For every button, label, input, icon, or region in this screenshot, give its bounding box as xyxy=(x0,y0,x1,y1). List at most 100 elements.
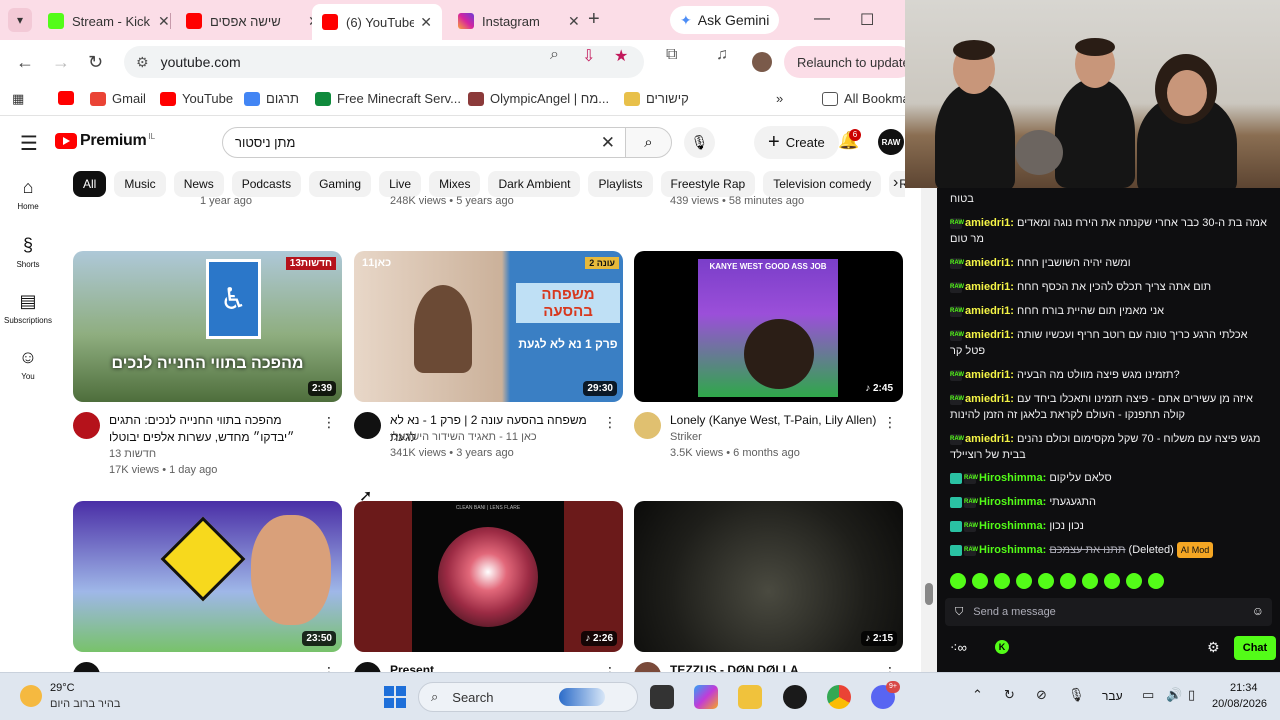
emote-icon[interactable] xyxy=(1148,573,1164,589)
channel-avatar[interactable] xyxy=(634,412,661,439)
tab-youtube-active[interactable]: (6) YouTube ✕ xyxy=(312,4,442,40)
chat-username[interactable]: amiedri1: xyxy=(965,281,1014,293)
channel-avatar[interactable] xyxy=(634,662,661,672)
network-off-icon[interactable]: ⊘ xyxy=(1036,687,1047,703)
new-tab-button[interactable]: + xyxy=(588,8,600,31)
chip-mixes[interactable]: Mixes xyxy=(429,171,481,197)
more-bookmarks-icon[interactable]: » xyxy=(776,91,783,106)
minimize-button[interactable]: — xyxy=(814,10,830,28)
apps-grid-icon[interactable]: ▦ xyxy=(12,91,24,107)
chip-podcasts[interactable]: Podcasts xyxy=(231,171,302,197)
close-icon[interactable]: ✕ xyxy=(158,13,170,30)
emote-icon[interactable] xyxy=(1082,573,1098,589)
emoji-icon[interactable]: ☺ xyxy=(1252,604,1264,618)
channel-name[interactable]: חדשות 13 xyxy=(109,448,156,460)
video-card[interactable]: כאן11 עונה 2 משפחה בהסעה פרק 1 נא לא לגע… xyxy=(354,251,623,482)
chat-username[interactable]: Hiroshimma: xyxy=(979,496,1046,508)
emote-icon[interactable] xyxy=(1126,573,1142,589)
chat-username[interactable]: Hiroshimma: xyxy=(979,520,1046,532)
media-controls-icon[interactable]: ♫ xyxy=(716,46,728,64)
bookmark-youtube[interactable]: YouTube xyxy=(160,91,233,106)
file-explorer-icon[interactable] xyxy=(738,685,762,709)
channel-name[interactable]: Striker xyxy=(670,431,702,443)
battery-icon[interactable]: ▯ xyxy=(1188,687,1195,703)
chevron-right-icon[interactable]: › xyxy=(893,174,898,192)
video-title[interactable]: Lonely (Kanye West, T-Pain, Lily Allen) xyxy=(670,412,890,429)
guide-subscriptions[interactable]: ▤ Subscriptions xyxy=(0,291,56,325)
chat-username[interactable]: amiedri1: xyxy=(965,257,1014,269)
video-thumbnail[interactable]: כאן11 עונה 2 משפחה בהסעה פרק 1 נא לא לגע… xyxy=(354,251,623,402)
copilot-icon[interactable] xyxy=(694,685,718,709)
youtube-premium-logo[interactable]: Premium IL xyxy=(55,132,155,150)
video-thumbnail[interactable]: 23:50 xyxy=(73,501,342,652)
video-card[interactable]: 23:50 ⋮ xyxy=(73,501,342,672)
back-icon[interactable]: ← xyxy=(16,52,34,73)
chat-username[interactable]: Hiroshimma: xyxy=(979,472,1046,484)
install-app-icon[interactable]: ⇩ xyxy=(582,46,595,66)
emote-icon[interactable] xyxy=(994,573,1010,589)
chat-send-button[interactable]: Chat xyxy=(1234,636,1276,660)
taskbar-search[interactable]: ⌕ Search xyxy=(418,682,638,712)
bookmark-translate[interactable]: תרגום xyxy=(244,91,299,106)
chat-username[interactable]: amiedri1: xyxy=(965,393,1014,405)
volume-icon[interactable]: 🔊 xyxy=(1166,687,1182,703)
more-actions-icon[interactable]: ⋮ xyxy=(603,414,617,431)
video-thumbnail[interactable]: CLEAN BANI | LENS FLARE ♪ 2:26 xyxy=(354,501,623,652)
chip-freestyle-rap[interactable]: Freestyle Rap xyxy=(660,171,756,197)
clock-time[interactable]: 21:34 xyxy=(1230,682,1258,694)
weather-temperature[interactable]: 29°C xyxy=(50,682,75,694)
clock-date[interactable]: 20/08/2026 xyxy=(1212,698,1267,710)
menu-icon[interactable]: ☰ xyxy=(20,131,38,156)
kick-logo-icon[interactable]: K xyxy=(995,640,1009,654)
voice-search-button[interactable]: 🎙 xyxy=(684,127,715,158)
chevron-up-icon[interactable]: ⌃ xyxy=(972,687,983,703)
profile-avatar[interactable] xyxy=(752,52,772,72)
clear-icon[interactable]: ✕ xyxy=(601,133,615,153)
all-bookmarks[interactable]: All Bookmarks xyxy=(822,91,905,106)
channel-name[interactable]: כאן 11 - תאגיד השידור הישראלי xyxy=(390,431,537,443)
bookmark-links-folder[interactable]: קישורים xyxy=(624,91,689,106)
chip-playlists[interactable]: Playlists xyxy=(588,171,653,197)
bookmark-gmail[interactable]: Gmail xyxy=(90,91,146,106)
video-title[interactable]: TEZZUS - DØN DØLLA xyxy=(670,662,880,672)
chat-username[interactable]: amiedri1: xyxy=(965,369,1014,381)
search-input[interactable]: מתן ניסטור ✕ xyxy=(222,127,626,158)
video-thumbnail[interactable]: ♪ 2:15 xyxy=(634,501,903,652)
video-card[interactable]: ♪ 2:15 TEZZUS - DØN DØLLA ⋮ xyxy=(634,501,903,672)
monitor-icon[interactable]: ▭ xyxy=(1142,687,1154,703)
video-title[interactable]: Present xyxy=(390,662,600,672)
emote-icon[interactable] xyxy=(1038,573,1054,589)
bookmark-olympicangel[interactable]: OlympicAngel | מח... xyxy=(468,91,609,106)
guide-you[interactable]: ☺ You xyxy=(0,347,56,381)
more-actions-icon[interactable]: ⋮ xyxy=(883,664,897,672)
site-info-icon[interactable]: ⚙ xyxy=(136,54,149,71)
gear-icon[interactable]: ⚙ xyxy=(1207,639,1220,656)
tab-youtube-video[interactable]: שישה אפסים ✕ xyxy=(176,6,330,36)
chip-gaming[interactable]: Gaming xyxy=(309,171,372,197)
emote-icon[interactable] xyxy=(1060,573,1076,589)
chat-username[interactable]: amiedri1: xyxy=(965,305,1014,317)
account-avatar[interactable]: RAW xyxy=(878,129,904,155)
scrollbar-thumb[interactable] xyxy=(925,583,933,605)
guide-home[interactable]: ⌂ Home xyxy=(0,177,56,211)
chip-television-comedy[interactable]: Television comedy xyxy=(763,171,882,197)
maximize-button[interactable]: ☐ xyxy=(860,10,874,30)
emote-icon[interactable] xyxy=(1016,573,1032,589)
more-actions-icon[interactable]: ⋮ xyxy=(322,664,336,672)
weather-description[interactable]: בהיר ברוב היום xyxy=(50,698,120,710)
emote-icon[interactable] xyxy=(1104,573,1120,589)
emote-icon[interactable] xyxy=(950,573,966,589)
start-button[interactable] xyxy=(384,686,406,708)
users-infinity-icon[interactable]: ⁖∞ xyxy=(950,640,967,656)
bookmark-youtube-icon[interactable] xyxy=(58,91,80,105)
chat-username[interactable]: Hiroshimma: xyxy=(979,544,1046,556)
more-actions-icon[interactable]: ⋮ xyxy=(322,414,336,431)
reload-icon[interactable]: ↻ xyxy=(88,52,103,73)
close-icon[interactable]: ✕ xyxy=(568,13,580,30)
video-thumbnail[interactable]: ♿ חדשות13 מהפכה בתווי החנייה לנכים 2:39 xyxy=(73,251,342,402)
chip-music[interactable]: Music xyxy=(114,171,166,197)
zoom-icon[interactable]: ⌕ xyxy=(550,46,559,64)
chat-username[interactable]: amiedri1: xyxy=(965,433,1014,445)
chip-news[interactable]: News xyxy=(173,171,224,197)
channel-avatar[interactable] xyxy=(73,412,100,439)
